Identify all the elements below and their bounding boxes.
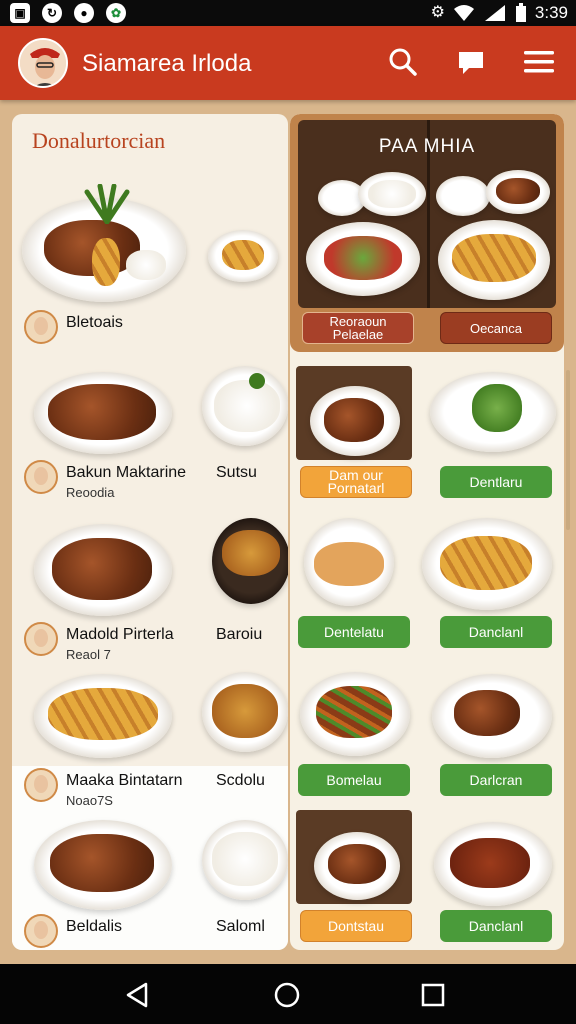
grid-button[interactable]: Danclanl — [440, 910, 552, 942]
featured-card[interactable]: PAA MHIA Reoraoun Pelaelae Oecanca — [290, 114, 564, 352]
chef-badge-icon — [24, 460, 58, 494]
circle-app-icon: ● — [74, 3, 94, 23]
app-bar: Siamarea Irloda — [0, 26, 576, 100]
dish-image[interactable] — [202, 672, 288, 752]
dish-image[interactable] — [296, 810, 412, 904]
menu-icon[interactable] — [522, 44, 556, 80]
item-side-dish: Sutsu — [216, 464, 257, 481]
grid-button[interactable]: Dentelatu — [298, 616, 410, 648]
grid-button[interactable]: Danclanl — [440, 616, 552, 648]
search-icon[interactable] — [386, 44, 420, 80]
chat-icon[interactable] — [454, 44, 488, 80]
clock: 3:39 — [534, 3, 568, 22]
item-side-dish: Scdolu — [216, 772, 265, 789]
dish-image[interactable] — [304, 518, 394, 606]
recents-icon[interactable] — [418, 980, 448, 1010]
dish-image[interactable] — [434, 822, 552, 906]
item-side-dish: Saloml — [216, 918, 265, 935]
grid-button[interactable]: Dontstau — [300, 910, 412, 942]
chef-badge-icon — [24, 310, 58, 344]
left-menu-panel: Donalurtorcian Bletoais Bakun Maktarine … — [12, 114, 288, 950]
chef-badge-icon — [24, 622, 58, 656]
avatar[interactable] — [18, 38, 68, 88]
app-title: Siamarea Irloda — [82, 50, 252, 77]
featured-right-button[interactable]: Oecanca — [440, 312, 552, 344]
item-name: Beldalis — [66, 918, 123, 935]
chef-badge-icon — [24, 768, 58, 802]
item-name: Madold Pirterla — [66, 626, 174, 643]
signal-icon — [484, 5, 505, 21]
grid-button[interactable]: Darlcran — [440, 764, 552, 796]
dish-image[interactable] — [300, 672, 410, 756]
dish-image[interactable] — [202, 820, 288, 900]
settings-icon: ⚙ — [430, 4, 445, 21]
item-name: Maaka Bintatarn — [66, 772, 183, 789]
dish-image[interactable] — [34, 820, 172, 910]
right-menu-panel: PAA MHIA Reoraoun Pelaelae Oecanca Dam o… — [290, 114, 564, 950]
list-item[interactable]: Beldalis Saloml — [24, 914, 284, 950]
chef-badge-icon — [24, 914, 58, 948]
green-app-icon: ✿ — [106, 3, 126, 23]
featured-image: PAA MHIA — [298, 120, 556, 308]
status-bar: ▣ ↻ ● ✿ ⚙ 3:39 — [0, 0, 576, 26]
dish-image[interactable] — [208, 230, 278, 282]
item-subtitle: Reaol 7 — [66, 647, 111, 662]
item-subtitle: Reoodia — [66, 485, 115, 500]
item-side-dish: Baroiu — [216, 626, 263, 643]
dish-image[interactable] — [202, 366, 288, 446]
system-nav-bar — [0, 964, 576, 1024]
dish-image[interactable] — [432, 674, 552, 758]
battery-icon — [515, 3, 526, 22]
home-icon[interactable] — [272, 980, 302, 1010]
featured-left-button[interactable]: Reoraoun Pelaelae — [302, 312, 414, 344]
wifi-icon — [453, 5, 474, 21]
item-subtitle: Noao7S — [66, 793, 113, 808]
image-icon: ▣ — [10, 3, 30, 23]
dish-image[interactable] — [296, 366, 412, 460]
list-item[interactable]: Maaka Bintatarn Noao7S Scdolu — [24, 768, 284, 814]
list-item[interactable]: Bletoais — [24, 310, 284, 356]
item-name: Bakun Maktarine — [66, 464, 187, 481]
dish-image[interactable] — [34, 372, 172, 454]
scrollbar[interactable] — [566, 370, 570, 530]
dish-image[interactable] — [212, 518, 288, 604]
dish-image[interactable] — [430, 372, 556, 452]
item-name: Bletoais — [66, 314, 123, 331]
grid-button[interactable]: Dentlaru — [440, 466, 552, 498]
panel-title: Donalurtorcian — [32, 128, 166, 153]
dish-image[interactable] — [422, 518, 552, 610]
featured-title: PAA MHIA — [378, 136, 476, 157]
back-icon[interactable] — [122, 980, 152, 1010]
grid-button[interactable]: Bomelau — [298, 764, 410, 796]
share-icon: ↻ — [42, 3, 62, 23]
dish-image[interactable] — [34, 674, 172, 758]
list-item[interactable]: Bakun Maktarine Reoodia Sutsu — [24, 460, 284, 506]
grid-button[interactable]: Dam our Pornatarl — [300, 466, 412, 498]
dish-image[interactable] — [34, 524, 172, 616]
list-item[interactable]: Madold Pirterla Reaol 7 Baroiu — [24, 622, 284, 668]
